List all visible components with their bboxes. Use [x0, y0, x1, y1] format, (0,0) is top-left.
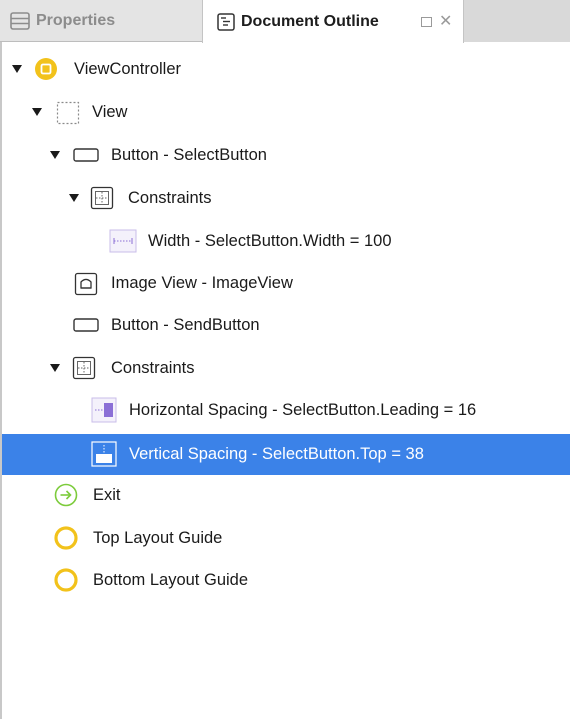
properties-icon: [10, 12, 30, 30]
tab-properties-label: Properties: [36, 12, 116, 29]
disclosure-arrow-icon[interactable]: [50, 151, 60, 159]
tab-document-outline[interactable]: Document Outline ✕: [202, 0, 464, 43]
outline-item-label: Image View - ImageView: [111, 273, 293, 292]
outline-item-top-layout-guide[interactable]: Top Layout Guide: [2, 519, 570, 557]
outline-item-label: Width - SelectButton.Width = 100: [148, 231, 392, 250]
vertical-spacing-icon: [91, 441, 117, 467]
outline-item-label: Horizontal Spacing - SelectButton.Leadin…: [129, 400, 477, 419]
outline-item-constraints-selectbutton[interactable]: Constraints: [2, 179, 570, 217]
tab-bar-filler: [464, 0, 570, 42]
document-outline-panel: ViewController View Button - SelectButto…: [0, 42, 570, 719]
viewcontroller-icon: [34, 57, 58, 81]
outline-item-button-sendbutton[interactable]: Button - SendButton: [2, 306, 570, 344]
constraints-icon: [72, 356, 96, 380]
button-icon: [72, 146, 100, 164]
tab-document-outline-label: Document Outline: [241, 12, 379, 30]
outline-item-vertical-spacing[interactable]: Vertical Spacing - SelectButton.Top = 38: [2, 434, 570, 475]
horizontal-spacing-icon: [91, 397, 117, 423]
disclosure-arrow-icon[interactable]: [12, 65, 22, 73]
outline-item-bottom-layout-guide[interactable]: Bottom Layout Guide: [2, 561, 570, 599]
button-icon: [72, 316, 100, 334]
disclosure-arrow-icon[interactable]: [69, 194, 79, 202]
outline-item-label: Button - SendButton: [111, 315, 260, 334]
restore-icon[interactable]: [421, 17, 432, 27]
tab-properties[interactable]: Properties: [0, 0, 202, 42]
outline-item-label: Constraints: [111, 358, 195, 377]
layout-guide-icon: [54, 526, 78, 550]
constraints-icon: [90, 186, 114, 210]
outline-item-horizontal-spacing[interactable]: Horizontal Spacing - SelectButton.Leadin…: [2, 391, 570, 429]
exit-icon: [54, 483, 78, 507]
outline-item-label: Vertical Spacing - SelectButton.Top = 38: [129, 445, 424, 463]
outline-item-label: ViewController: [74, 59, 181, 78]
outline-item-label: Button - SelectButton: [111, 145, 267, 164]
outline-item-button-selectbutton[interactable]: Button - SelectButton: [2, 136, 570, 174]
close-icon[interactable]: ✕: [439, 11, 452, 31]
disclosure-arrow-icon[interactable]: [50, 364, 60, 372]
outline-item-constraints-view[interactable]: Constraints: [2, 349, 570, 387]
outline-item-view[interactable]: View: [2, 93, 570, 131]
outline-item-width-constraint[interactable]: Width - SelectButton.Width = 100: [2, 222, 570, 260]
tab-bar: Properties Document Outline ✕: [0, 0, 570, 43]
disclosure-arrow-icon[interactable]: [32, 108, 42, 116]
imageview-icon: [74, 272, 98, 296]
document-outline-icon: [217, 12, 235, 31]
outline-item-exit[interactable]: Exit: [2, 476, 570, 514]
width-constraint-icon: [109, 229, 137, 253]
outline-item-viewcontroller[interactable]: ViewController: [2, 50, 570, 88]
outline-item-label: View: [92, 102, 128, 121]
outline-item-label: Bottom Layout Guide: [93, 570, 249, 589]
layout-guide-icon: [54, 568, 78, 592]
outline-item-label: Top Layout Guide: [93, 528, 223, 547]
outline-item-label: Exit: [93, 485, 121, 504]
view-icon: [56, 101, 80, 125]
outline-item-imageview[interactable]: Image View - ImageView: [2, 264, 570, 302]
outline-item-label: Constraints: [128, 188, 212, 207]
